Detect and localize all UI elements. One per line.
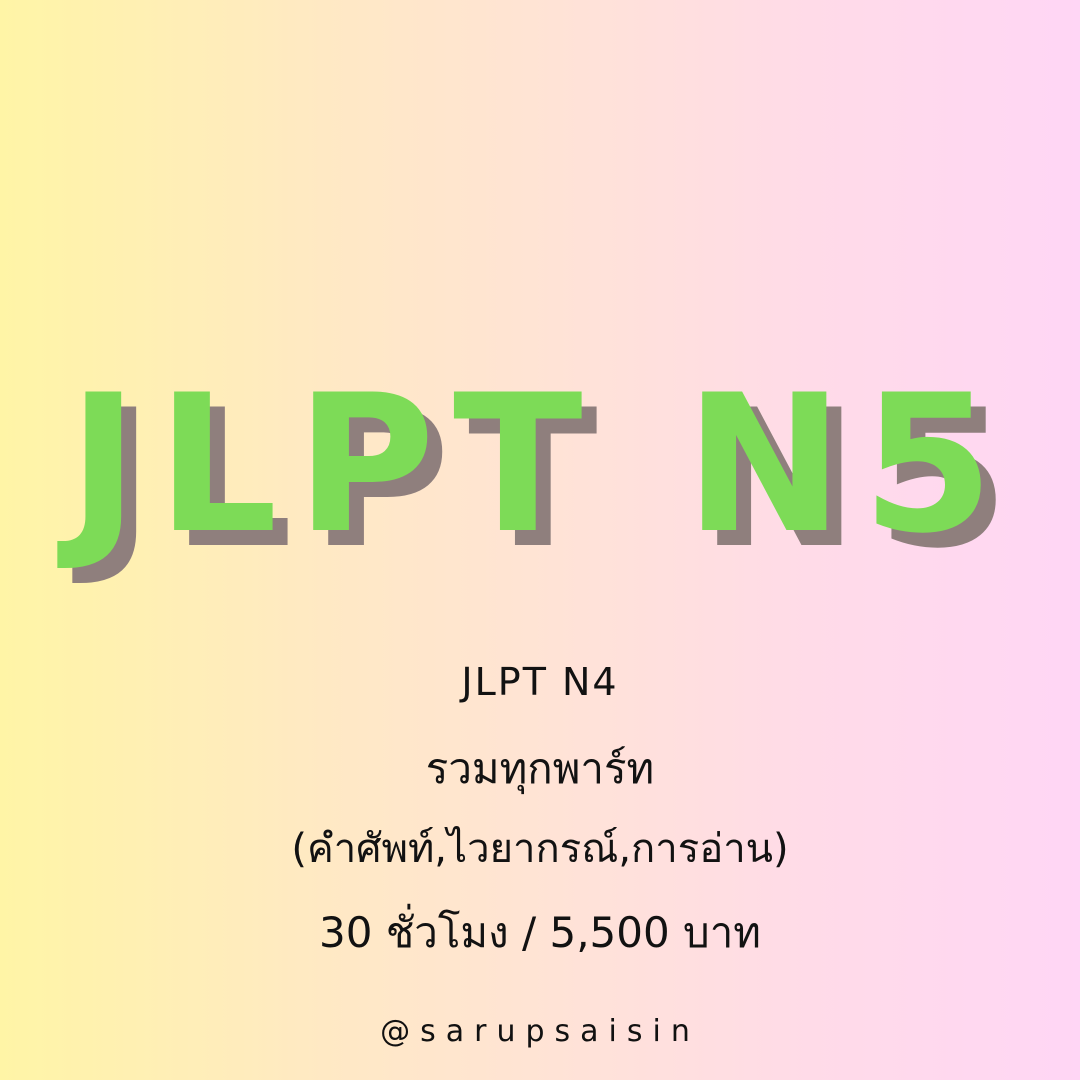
poster-canvas: JLPT N5 JLPT N4 รวมทุกพาร์ท (คำศัพท์,ไวย… <box>0 0 1080 1080</box>
course-info: JLPT N4 รวมทุกพาร์ท (คำศัพท์,ไวยากรณ์,กา… <box>0 660 1080 972</box>
course-duration-price: 30 ชั่วโมง / 5,500 บาท <box>318 908 761 957</box>
social-handle: @sarupsaisin <box>380 1014 700 1049</box>
course-name: JLPT N4 <box>461 660 619 704</box>
course-scope: รวมทุกพาร์ท <box>425 744 655 793</box>
course-parts: (คำศัพท์,ไวยากรณ์,การอ่าน) <box>291 826 789 872</box>
headline: JLPT N5 <box>68 354 1012 575</box>
